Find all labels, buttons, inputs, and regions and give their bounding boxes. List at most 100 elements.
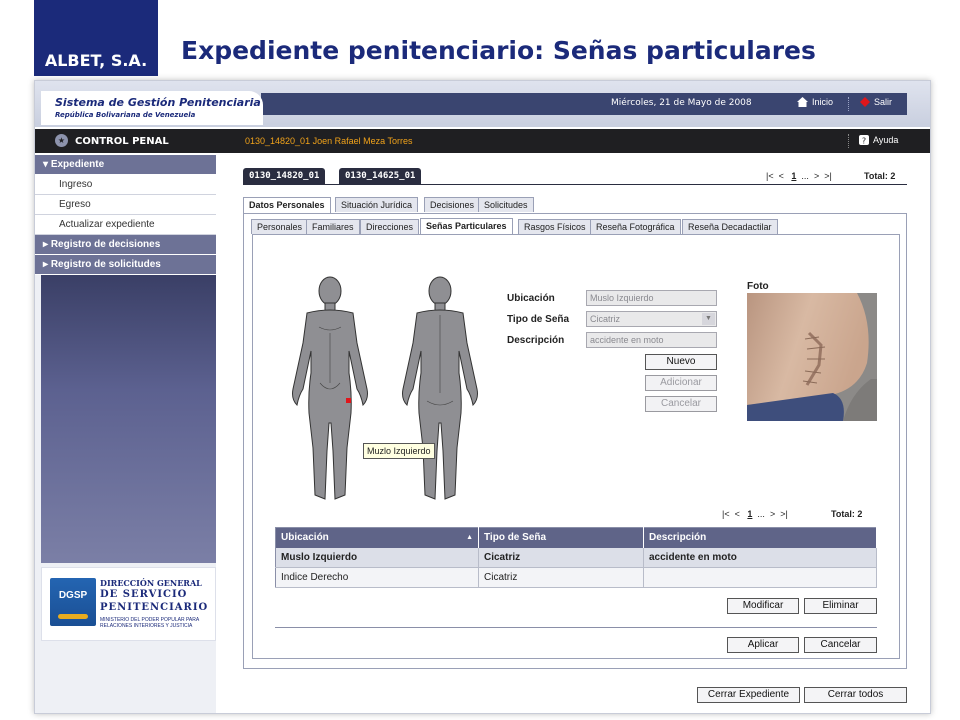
- table-row[interactable]: Indice Derecho Cicatriz: [275, 567, 877, 588]
- svg-text:?: ?: [862, 137, 866, 146]
- tab-decisiones[interactable]: Decisiones: [424, 197, 481, 212]
- column-header-ubicacion[interactable]: Ubicación ▲: [275, 527, 479, 548]
- sidebar-section-solicitudes[interactable]: ▸ Registro de solicitudes: [35, 255, 216, 275]
- subtab-personales[interactable]: Personales: [251, 219, 309, 234]
- module-name: CONTROL PENAL: [75, 136, 169, 147]
- subtab-familiares[interactable]: Familiares: [306, 219, 360, 234]
- body-map-tooltip: Muzlo Izquierdo: [363, 443, 435, 459]
- modificar-button[interactable]: Modificar: [727, 598, 799, 614]
- inicio-label: Inicio: [812, 97, 834, 107]
- case-tab-1[interactable]: 0130_14625_01: [339, 168, 422, 184]
- current-date: Miércoles, 21 de Mayo de 2008: [611, 98, 752, 108]
- sidebar-item-actualizar[interactable]: Actualizar expediente: [35, 215, 216, 235]
- pager-prev[interactable]: <: [779, 171, 784, 181]
- ubicacion-field[interactable]: Muslo Izquierdo: [586, 290, 717, 306]
- column-header-tipo[interactable]: Tipo de Seña: [478, 527, 644, 548]
- slide-title: Expediente penitenciario: Señas particul…: [181, 36, 816, 65]
- app-window: Sistema de Gestión Penitenciaria Repúbli…: [34, 80, 931, 714]
- tipo-sena-label: Tipo de Seña: [507, 314, 570, 325]
- body-map[interactable]: Muzlo Izquierdo: [275, 273, 505, 505]
- eliminar-button[interactable]: Eliminar: [804, 598, 877, 614]
- case-tab-line: [243, 184, 907, 185]
- pager-next[interactable]: >: [770, 509, 775, 519]
- dgsp-line2: DE SERVICIO: [100, 589, 188, 600]
- salir-label: Salir: [874, 97, 893, 107]
- senas-table: Ubicación ▲ Tipo de Seña Descripción Musl…: [275, 527, 877, 588]
- tab-solicitudes[interactable]: Solicitudes: [478, 197, 534, 212]
- pager-page[interactable]: 1: [791, 171, 796, 181]
- dgsp-mark: DGSP: [50, 578, 96, 626]
- subtab-resena-fotografica[interactable]: Reseña Fotográfica: [590, 219, 681, 234]
- cancelar-button[interactable]: Cancelar: [804, 637, 877, 653]
- chevron-down-icon[interactable]: ▼: [702, 313, 715, 325]
- adicionar-button[interactable]: Adicionar: [645, 375, 717, 391]
- body-silhouette: [292, 276, 478, 500]
- help-icon: ?: [859, 135, 869, 145]
- cancelar-form-button[interactable]: Cancelar: [645, 396, 717, 412]
- tipo-sena-select[interactable]: Cicatriz ▼: [586, 311, 717, 327]
- tab-situacion-juridica[interactable]: Situación Jurídica: [335, 197, 419, 212]
- ubicacion-label: Ubicación: [507, 293, 555, 304]
- descripcion-label: Descripción: [507, 335, 565, 346]
- pager-last[interactable]: >|: [780, 509, 788, 519]
- sidebar-section-decisiones[interactable]: ▸ Registro de decisiones: [35, 235, 216, 255]
- location-marker: [346, 398, 351, 403]
- descripcion-field[interactable]: accidente en moto: [586, 332, 717, 348]
- foto-image: [747, 293, 877, 421]
- pager-first[interactable]: |<: [766, 171, 774, 181]
- sidebar-section-label: Registro de decisiones: [50, 239, 161, 250]
- column-header-label: Ubicación: [281, 532, 329, 544]
- country-name: República Bolivariana de Venezuela: [55, 111, 196, 119]
- chevron-right-icon: ▸: [43, 259, 51, 270]
- help-label: Ayuda: [873, 135, 899, 145]
- pager-more[interactable]: ...: [801, 171, 809, 181]
- table-cell: accidente en moto: [643, 547, 877, 568]
- sidebar-item-ingreso[interactable]: Ingreso: [35, 175, 216, 195]
- module-separator: [848, 134, 849, 148]
- nuevo-button[interactable]: Nuevo: [645, 354, 717, 370]
- app-header: Sistema de Gestión Penitenciaria Repúbli…: [35, 81, 930, 127]
- subtab-senas-particulares[interactable]: Señas Particulares: [420, 218, 513, 234]
- exit-icon: [860, 97, 870, 107]
- salir-button[interactable]: Salir: [860, 97, 892, 107]
- table-total: Total: 2: [831, 509, 862, 519]
- table-header-row: Ubicación ▲ Tipo de Seña Descripción: [275, 527, 877, 548]
- table-total-label: Total: 2: [831, 509, 863, 519]
- pager-next[interactable]: >: [814, 171, 819, 181]
- module-bar: ★ CONTROL PENAL 0130_14820_01 Joen Rafae…: [35, 129, 930, 153]
- table-row[interactable]: Muslo Izquierdo Cicatriz accidente en mo…: [275, 547, 877, 568]
- tab-datos-personales[interactable]: Datos Personales: [243, 197, 331, 213]
- dgsp-logo: DGSP DIRECCIÓN GENERAL DE SERVICIO PENIT…: [41, 567, 216, 641]
- pager-last[interactable]: >|: [824, 171, 832, 181]
- inicio-button[interactable]: Inicio: [797, 97, 833, 107]
- home-icon: [797, 97, 808, 107]
- sidebar-section-label: Registro de solicitudes: [50, 259, 161, 270]
- cerrar-todos-button[interactable]: Cerrar todos: [804, 687, 907, 703]
- cerrar-expediente-button[interactable]: Cerrar Expediente: [697, 687, 800, 703]
- table-pager: |< < 1 ... > >|: [722, 509, 788, 519]
- pager-prev[interactable]: <: [735, 509, 740, 519]
- subtab-rasgos-fisicos[interactable]: Rasgos Físicos: [518, 219, 592, 234]
- case-tab-0[interactable]: 0130_14820_01: [243, 168, 326, 184]
- chevron-down-icon: ▾: [43, 159, 51, 170]
- cases-total: Total: 2: [864, 171, 895, 181]
- subtab-resena-decadactilar[interactable]: Reseña Decadactilar: [682, 219, 778, 234]
- dgsp-line4: MINISTERIO DEL PODER POPULAR PARA RELACI…: [100, 617, 199, 629]
- aplicar-button[interactable]: Aplicar: [727, 637, 799, 653]
- table-cell: [643, 567, 877, 588]
- dgsp-line3: PENITENCIARIO: [100, 602, 209, 613]
- header-separator: [848, 97, 849, 111]
- sidebar-section-expediente[interactable]: ▾ Expediente: [35, 155, 216, 175]
- sidebar-section-label: Expediente: [50, 159, 105, 170]
- help-button[interactable]: ? Ayuda: [859, 135, 898, 145]
- subtab-direcciones[interactable]: Direcciones: [360, 219, 420, 234]
- main-content: 0130_14820_01 0130_14625_01 |< < 1 ... >…: [221, 157, 930, 713]
- column-header-descripcion[interactable]: Descripción: [643, 527, 877, 548]
- sidebar: ▾ Expediente Ingreso Egreso Actualizar e…: [35, 155, 216, 713]
- pager-more[interactable]: ...: [757, 509, 765, 519]
- pager-first[interactable]: |<: [722, 509, 730, 519]
- pager-page[interactable]: 1: [747, 509, 752, 519]
- sidebar-item-egreso[interactable]: Egreso: [35, 195, 216, 215]
- table-cell: Muslo Izquierdo: [275, 547, 479, 568]
- table-cell: Indice Derecho: [275, 567, 479, 588]
